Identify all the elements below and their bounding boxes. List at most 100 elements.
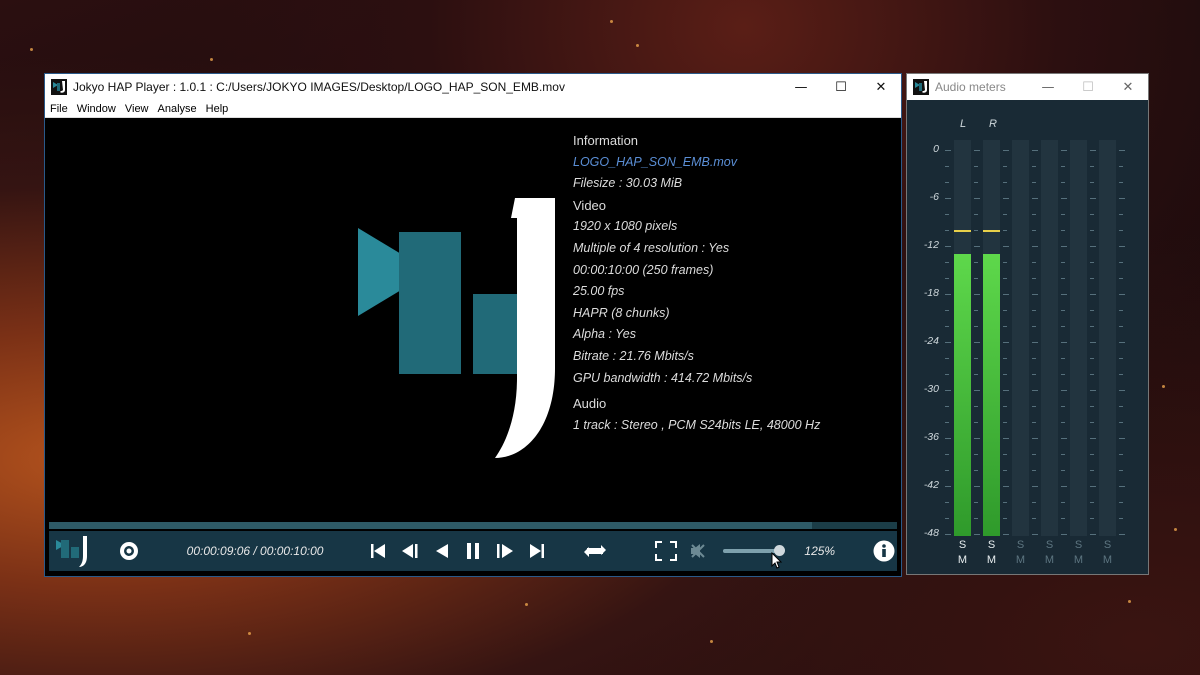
meter-tick — [1119, 182, 1123, 183]
meter-tick — [1003, 166, 1007, 167]
meter-tick — [1032, 326, 1036, 327]
meter-tick — [1032, 438, 1038, 439]
play-reverse-icon[interactable] — [430, 543, 454, 559]
seek-bar[interactable] — [49, 522, 897, 529]
meter-tick — [974, 198, 980, 199]
meter-tick — [1003, 278, 1007, 279]
menu-help[interactable]: Help — [206, 103, 229, 115]
info-icon[interactable] — [871, 540, 897, 562]
meter-tick — [1119, 342, 1125, 343]
meter-tick — [1119, 422, 1123, 423]
seek-bar-progress — [49, 522, 813, 529]
meter-tick — [974, 294, 980, 295]
meter-tick — [1090, 214, 1094, 215]
meter-tick — [1061, 310, 1065, 311]
meter-tick — [945, 374, 949, 375]
solo-button[interactable]: S — [1099, 539, 1116, 551]
background-spark — [210, 58, 213, 61]
skip-to-end-icon[interactable] — [525, 543, 549, 559]
mute-button[interactable]: M — [954, 554, 971, 566]
meter-tick — [945, 150, 951, 151]
meter-tick — [1090, 342, 1096, 343]
meters-maximize-button[interactable]: ☐ — [1068, 74, 1108, 100]
meters-titlebar[interactable]: Audio meters — ☐ ✕ — [907, 74, 1148, 100]
meter-tick — [1090, 262, 1094, 263]
solo-button[interactable]: S — [983, 539, 1000, 551]
video-area[interactable]: Information LOGO_HAP_SON_EMB.mov Filesiz… — [45, 118, 901, 520]
skip-to-start-icon[interactable] — [366, 543, 390, 559]
mute-button[interactable]: M — [983, 554, 1000, 566]
meter-tick — [1090, 294, 1096, 295]
meter-tick — [1003, 262, 1007, 263]
meter-tick — [974, 262, 978, 263]
player-titlebar[interactable]: Jokyo HAP Player : 1.0.1 : C:/Users/JOKY… — [45, 74, 901, 100]
meter-peak-marker — [983, 230, 1000, 232]
meter-tick — [945, 534, 951, 535]
meter-tick — [1003, 342, 1009, 343]
meter-tick — [1090, 422, 1094, 423]
mute-button[interactable]: M — [1099, 554, 1116, 566]
meter-tick — [945, 278, 949, 279]
menu-analyse[interactable]: Analyse — [158, 103, 197, 115]
fullscreen-icon[interactable] — [653, 541, 679, 561]
snapshot-icon[interactable] — [117, 541, 141, 561]
menu-window[interactable]: Window — [77, 103, 116, 115]
meter-tick — [1061, 342, 1067, 343]
volume-slider[interactable] — [722, 545, 785, 569]
background-spark — [1128, 600, 1131, 603]
loop-icon[interactable] — [581, 542, 609, 560]
meter-tick — [1090, 438, 1096, 439]
meter-tick — [1061, 262, 1065, 263]
next-frame-icon[interactable] — [493, 543, 517, 559]
meter-tick — [945, 198, 951, 199]
app-logo-icon — [51, 79, 67, 95]
meter-tick — [974, 166, 978, 167]
solo-button[interactable]: S — [1041, 539, 1058, 551]
meter-scale-label: 0 — [933, 143, 939, 155]
meter-scale-label: -18 — [923, 287, 939, 299]
meter-tick — [974, 278, 978, 279]
meter-tick — [1061, 358, 1065, 359]
mute-button[interactable]: M — [1070, 554, 1087, 566]
meter-tick — [945, 470, 949, 471]
channel-label-l: L — [960, 118, 967, 130]
meter-column — [1041, 140, 1058, 536]
meter-tick — [1003, 406, 1007, 407]
meter-tick — [1003, 230, 1007, 231]
meter-tick — [1061, 246, 1067, 247]
close-button[interactable]: ✕ — [861, 74, 901, 100]
meter-tick — [1003, 422, 1007, 423]
previous-frame-icon[interactable] — [398, 543, 422, 559]
meter-tick — [1003, 470, 1007, 471]
mute-icon[interactable] — [687, 542, 709, 560]
mouse-cursor-icon — [771, 552, 782, 569]
meter-tick — [1032, 198, 1038, 199]
solo-button[interactable]: S — [1070, 539, 1087, 551]
menu-view[interactable]: View — [125, 103, 149, 115]
minimize-button[interactable]: — — [781, 74, 821, 100]
pause-icon[interactable] — [461, 542, 485, 560]
meter-scale-label: -36 — [923, 431, 939, 443]
meters-close-button[interactable]: ✕ — [1108, 74, 1148, 100]
meter-tick — [974, 374, 978, 375]
solo-button[interactable]: S — [1012, 539, 1029, 551]
background-spark — [636, 44, 639, 47]
maximize-button[interactable]: ☐ — [821, 74, 861, 100]
zoom-level: 125% — [804, 544, 836, 558]
menu-file[interactable]: File — [50, 103, 68, 115]
meters-app-logo-icon — [913, 79, 929, 95]
meter-tick — [1119, 166, 1123, 167]
mute-button[interactable]: M — [1041, 554, 1058, 566]
info-resolution: 1920 x 1080 pixels — [573, 219, 678, 234]
meters-minimize-button[interactable]: — — [1028, 74, 1068, 100]
mute-button[interactable]: M — [1012, 554, 1029, 566]
meter-tick — [1090, 358, 1094, 359]
meter-tick — [1003, 374, 1007, 375]
meter-tick — [1090, 166, 1094, 167]
meter-tick — [1061, 326, 1065, 327]
meter-tick — [1119, 390, 1125, 391]
solo-button[interactable]: S — [954, 539, 971, 551]
meter-tick — [1119, 470, 1123, 471]
meter-tick — [974, 422, 978, 423]
meter-tick — [1090, 390, 1096, 391]
